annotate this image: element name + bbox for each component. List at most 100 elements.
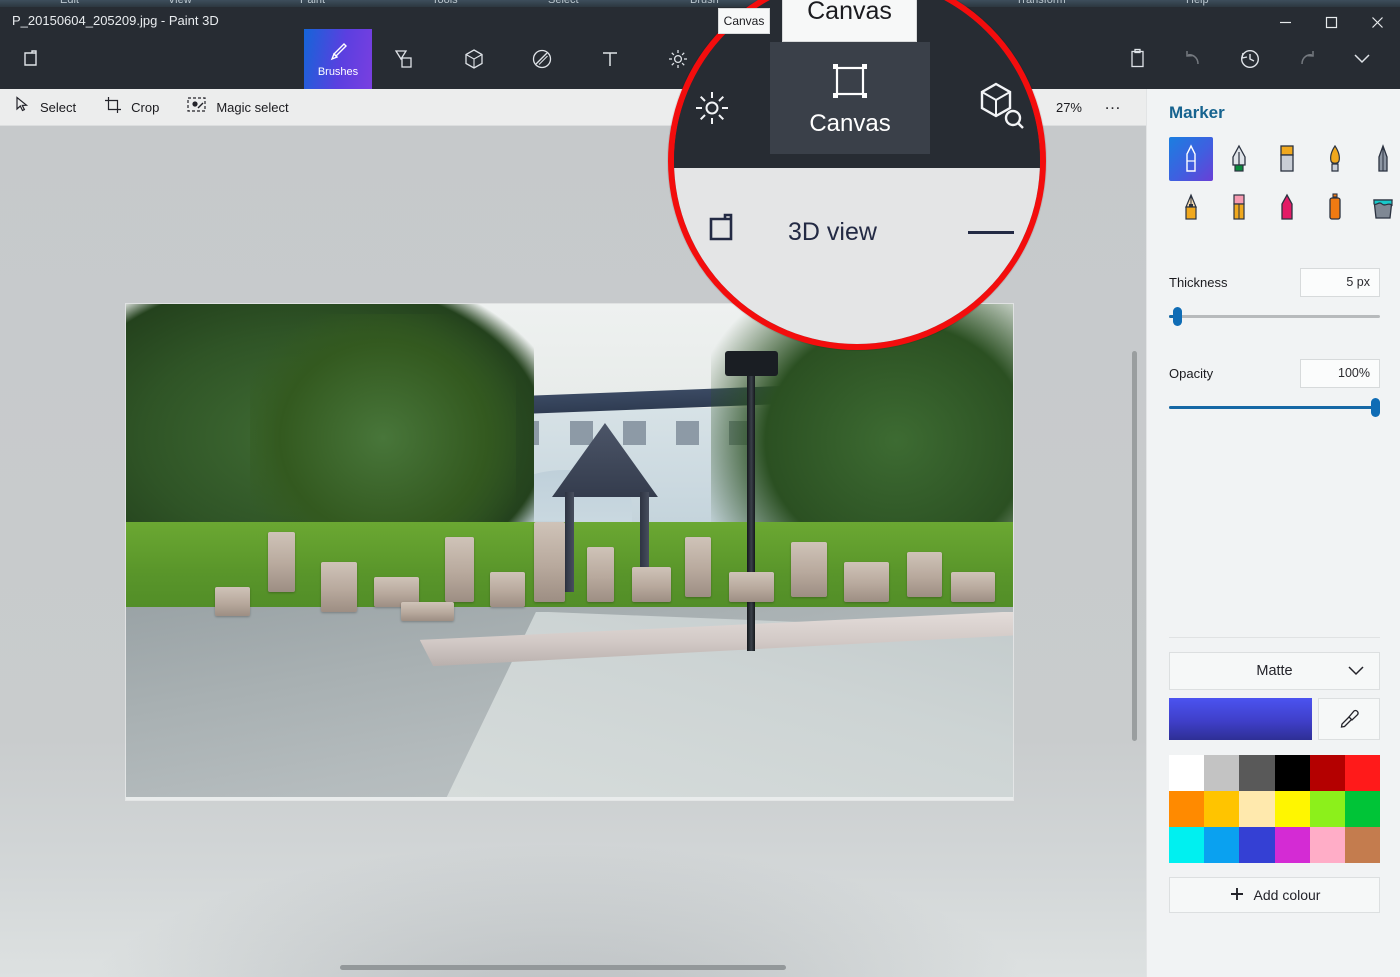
magnified-canvas-label: Canvas xyxy=(809,110,891,137)
tab-3d-shapes[interactable] xyxy=(440,29,508,89)
colour-swatch[interactable] xyxy=(1274,791,1310,827)
magnifier-callout: Canvas Canvas 3D view xyxy=(668,0,1046,350)
brush-crayon[interactable] xyxy=(1265,185,1309,229)
thickness-row: Thickness 5 px xyxy=(1169,267,1380,297)
opacity-row: Opacity 100% xyxy=(1169,358,1380,388)
add-colour-label: Add colour xyxy=(1253,887,1321,903)
more-options-button[interactable]: … xyxy=(1094,94,1132,120)
material-label: Matte xyxy=(1256,663,1293,679)
thickness-input[interactable]: 5 px xyxy=(1300,267,1380,297)
crop-icon xyxy=(104,96,122,119)
brush-oil[interactable] xyxy=(1265,137,1309,181)
magnified-3d-library-icon[interactable] xyxy=(972,78,1028,139)
history-icon[interactable] xyxy=(1222,29,1278,89)
select-tool-label: Select xyxy=(40,99,77,115)
canvas-vertical-scrollbar[interactable] xyxy=(1132,351,1137,741)
magnified-effects-icon[interactable] xyxy=(690,86,734,135)
current-colour-swatch[interactable] xyxy=(1169,698,1312,740)
magnified-3d-view-label: 3D view xyxy=(788,218,877,247)
photo-content xyxy=(126,304,1013,800)
image-canvas[interactable] xyxy=(126,304,1013,800)
zoom-level[interactable]: 27% xyxy=(1048,100,1090,115)
colour-swatch[interactable] xyxy=(1309,791,1345,827)
colour-swatches xyxy=(1169,755,1380,863)
window-title: P_20150604_205209.jpg - Paint 3D xyxy=(12,13,219,28)
sub-toolbar-right: 27% … xyxy=(1048,94,1146,120)
brush-spray-can[interactable] xyxy=(1313,185,1357,229)
brush-marker[interactable] xyxy=(1169,137,1213,181)
colour-swatch[interactable] xyxy=(1169,755,1205,791)
undo-icon[interactable] xyxy=(1166,29,1222,89)
cursor-select-icon xyxy=(14,96,31,118)
tab-2d-shapes[interactable] xyxy=(372,29,440,89)
colour-swatch[interactable] xyxy=(1204,791,1240,827)
crop-tool-button[interactable]: Crop xyxy=(90,89,173,126)
thickness-label: Thickness xyxy=(1169,274,1228,290)
colour-swatch[interactable] xyxy=(1344,791,1380,827)
add-colour-button[interactable]: Add colour xyxy=(1169,877,1380,913)
magic-select-icon xyxy=(187,96,207,118)
colour-row xyxy=(1169,698,1380,740)
brush-calligraphy-pen[interactable] xyxy=(1217,137,1261,181)
colour-swatch[interactable] xyxy=(1239,827,1275,863)
brush-pencil[interactable] xyxy=(1169,185,1213,229)
thickness-slider[interactable] xyxy=(1169,307,1380,326)
tab-text[interactable] xyxy=(576,29,644,89)
magnified-canvas-button[interactable]: Canvas xyxy=(770,42,930,154)
brush-eraser[interactable] xyxy=(1217,185,1261,229)
magnified-canvas-tooltip: Canvas xyxy=(782,0,917,42)
opacity-label: Opacity xyxy=(1169,365,1214,381)
colour-swatch[interactable] xyxy=(1204,755,1240,791)
colour-swatch[interactable] xyxy=(1204,827,1240,863)
paint3d-window: Edit View Paint Tools Select Brush Fill … xyxy=(0,0,1400,977)
colour-swatch[interactable] xyxy=(1274,755,1310,791)
eyedropper-icon[interactable] xyxy=(1318,698,1380,740)
chevron-down-icon xyxy=(1347,664,1365,682)
magnified-3d-view-row[interactable]: 3D view xyxy=(674,205,1040,261)
ribbon-left-group xyxy=(16,29,56,89)
tool-options-panel: Marker Thickness 5 px Opacity 100% Matte… xyxy=(1146,89,1400,977)
canvas-tooltip: Canvas xyxy=(718,8,770,34)
menubar-item[interactable]: View xyxy=(168,0,192,6)
chevron-down-icon[interactable] xyxy=(1334,29,1390,89)
magic-select-label: Magic select xyxy=(216,99,289,115)
menubar-item[interactable]: Edit xyxy=(60,0,79,6)
colour-swatch[interactable] xyxy=(1344,755,1380,791)
toggle-dash-icon xyxy=(968,231,1014,235)
brush-watercolour[interactable] xyxy=(1313,137,1357,181)
menubar-item[interactable]: Paint xyxy=(300,0,325,6)
clipboard-icon[interactable] xyxy=(1110,29,1166,89)
magic-select-button[interactable]: Magic select xyxy=(173,89,302,126)
colour-swatch[interactable] xyxy=(1274,827,1310,863)
tab-stickers[interactable] xyxy=(508,29,576,89)
colour-swatch[interactable] xyxy=(1239,791,1275,827)
colour-swatch[interactable] xyxy=(1309,755,1345,791)
colour-swatch[interactable] xyxy=(1239,755,1275,791)
menu-button[interactable] xyxy=(16,39,56,79)
canvas-horizontal-scrollbar[interactable] xyxy=(340,965,786,970)
crop-tool-label: Crop xyxy=(131,99,160,115)
menubar-item[interactable]: Tools xyxy=(432,0,458,6)
opacity-slider[interactable] xyxy=(1169,398,1380,417)
redo-icon[interactable] xyxy=(1278,29,1334,89)
material-dropdown[interactable]: Matte xyxy=(1169,652,1380,690)
ribbon-actions xyxy=(1110,29,1390,89)
colour-swatch[interactable] xyxy=(1169,791,1205,827)
tab-brushes[interactable]: Brushes xyxy=(304,29,372,89)
effects-icon xyxy=(682,16,708,47)
brush-grid xyxy=(1169,137,1393,229)
select-tool-button[interactable]: Select xyxy=(0,89,90,126)
tab-brushes-label: Brushes xyxy=(317,66,359,78)
colour-swatch[interactable] xyxy=(1344,827,1380,863)
colour-swatch[interactable] xyxy=(1309,827,1345,863)
menubar-item[interactable]: Help xyxy=(1186,0,1209,6)
brush-fill-bucket[interactable] xyxy=(1361,185,1400,229)
panel-divider xyxy=(1169,637,1380,638)
plus-icon xyxy=(1229,886,1245,905)
folder-icon xyxy=(708,213,750,252)
brush-pixel-pen[interactable] xyxy=(1361,137,1400,181)
opacity-input[interactable]: 100% xyxy=(1300,358,1380,388)
menubar-item[interactable]: Select xyxy=(548,0,579,6)
colour-swatch[interactable] xyxy=(1169,827,1205,863)
panel-title: Marker xyxy=(1169,103,1225,122)
